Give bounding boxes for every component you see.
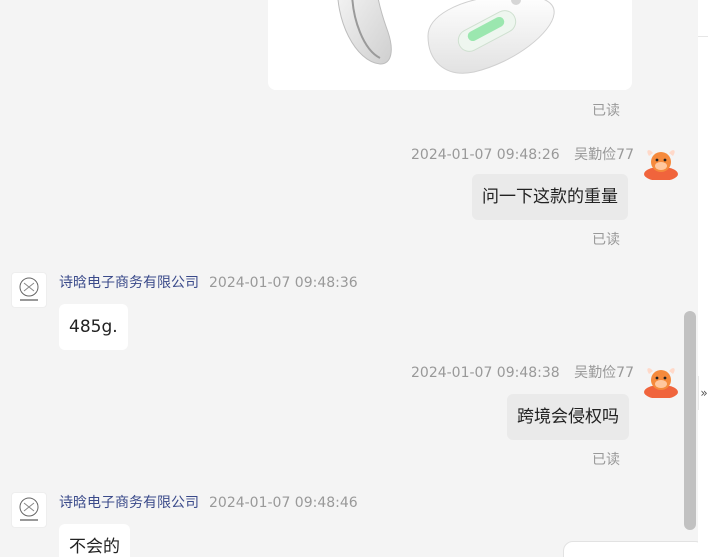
shop-name[interactable]: 诗晗电子商务有限公司 — [59, 495, 199, 511]
user-avatar-icon[interactable] — [643, 362, 679, 398]
shop-logo-avatar-icon[interactable] — [11, 272, 47, 308]
message-bubble[interactable]: 不会的 — [59, 524, 130, 557]
message-timestamp: 2024-01-07 09:48:26 — [411, 147, 560, 163]
message-timestamp: 2024-01-07 09:48:46 — [209, 495, 358, 511]
message-bubble[interactable]: 485g. — [59, 304, 128, 350]
message-bubble[interactable]: 跨境会侵权吗 — [507, 394, 629, 440]
chat-message-area: 已读 2024-01-07 09:48:26 吴勤俭77 问一下这款的重量 已读… — [0, 0, 698, 557]
chat-scrollbar-thumb[interactable] — [684, 311, 696, 530]
shop-name[interactable]: 诗晗电子商务有限公司 — [59, 275, 199, 291]
right-side-panel — [698, 0, 708, 557]
message-timestamp: 2024-01-07 09:48:36 — [209, 275, 358, 291]
product-image — [268, 0, 632, 90]
read-receipt: 已读 — [592, 103, 620, 119]
message-meta: 诗晗电子商务有限公司 2024-01-07 09:48:46 — [59, 492, 358, 512]
floating-input-box[interactable] — [563, 541, 698, 557]
user-avatar-icon[interactable] — [643, 144, 679, 180]
product-image-message[interactable] — [268, 0, 632, 90]
message-meta: 诗晗电子商务有限公司 2024-01-07 09:48:36 — [59, 272, 358, 292]
collapse-panel-button[interactable]: » — [698, 376, 708, 410]
shop-logo-avatar-icon[interactable] — [11, 492, 47, 528]
message-meta: 2024-01-07 09:48:26 吴勤俭77 — [411, 144, 634, 164]
read-receipt: 已读 — [592, 232, 620, 248]
message-meta: 2024-01-07 09:48:38 吴勤俭77 — [411, 362, 634, 382]
read-receipt: 已读 — [592, 452, 620, 468]
sender-name: 吴勤俭77 — [574, 365, 634, 381]
message-bubble[interactable]: 问一下这款的重量 — [472, 174, 628, 220]
sender-name: 吴勤俭77 — [574, 147, 634, 163]
panel-divider — [698, 36, 708, 37]
message-timestamp: 2024-01-07 09:48:38 — [411, 365, 560, 381]
